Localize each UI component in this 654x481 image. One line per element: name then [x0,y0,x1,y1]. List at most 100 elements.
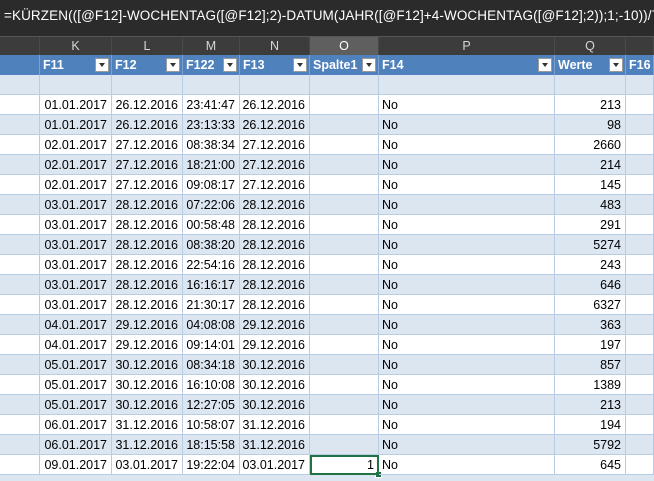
cell-f13[interactable]: 29.12.2016 [240,335,310,355]
row-gutter-cell[interactable] [0,295,40,315]
cell-f13[interactable]: 30.12.2016 [240,395,310,415]
cell-f14[interactable]: No [379,335,555,355]
cell-f12[interactable]: 27.12.2016 [112,155,183,175]
cell-werte[interactable]: 197 [555,335,626,355]
cell-f14[interactable]: No [379,275,555,295]
cell-f14[interactable]: No [379,355,555,375]
cell-f13[interactable]: 31.12.2016 [240,415,310,435]
column-letter-l[interactable]: L [112,37,183,55]
row-gutter-cell[interactable] [0,355,40,375]
selected-cell[interactable]: 1 [310,455,379,475]
cell-f13[interactable]: 28.12.2016 [240,235,310,255]
cell-f14[interactable]: No [379,455,555,475]
cell-f13[interactable]: 28.12.2016 [240,255,310,275]
cell-werte[interactable]: 213 [555,95,626,115]
cell-f13[interactable]: 26.12.2016 [240,95,310,115]
cell-f122[interactable]: 22:54:16 [183,255,240,275]
formula-text[interactable]: =KÜRZEN(([@F12]-WOCHENTAG([@F12];2)-DATU… [4,8,654,23]
cell-werte[interactable] [555,75,626,95]
cell-f11[interactable]: 03.01.2017 [40,255,112,275]
cell-spalte1[interactable] [310,215,379,235]
cell-werte[interactable]: 291 [555,215,626,235]
cell-werte[interactable]: 1389 [555,375,626,395]
cell-f11[interactable]: 03.01.2017 [40,195,112,215]
cell-f122[interactable]: 08:38:34 [183,135,240,155]
cell-werte[interactable]: 6327 [555,295,626,315]
column-letter-o[interactable]: O [310,37,379,55]
cell-f12[interactable]: 27.12.2016 [112,135,183,155]
cell-f122[interactable]: 18:15:58 [183,435,240,455]
cell-f16[interactable] [626,435,654,455]
filter-dropdown-icon[interactable] [223,58,237,72]
cell-spalte1[interactable] [310,255,379,275]
cell-spalte1[interactable] [310,155,379,175]
cell-f12[interactable]: 27.12.2016 [112,175,183,195]
cell-f13[interactable]: 28.12.2016 [240,215,310,235]
cell-werte[interactable]: 363 [555,315,626,335]
cell-spalte1[interactable] [310,235,379,255]
cell-f122[interactable]: 07:22:06 [183,195,240,215]
cell-werte[interactable]: 214 [555,155,626,175]
cell-f16[interactable] [626,415,654,435]
cell-werte[interactable]: 5274 [555,235,626,255]
cell-f11[interactable]: 01.01.2017 [40,115,112,135]
cell-f12[interactable]: 28.12.2016 [112,295,183,315]
cell-f14[interactable]: No [379,155,555,175]
cell-f12[interactable]: 26.12.2016 [112,95,183,115]
row-gutter-cell[interactable] [0,135,40,155]
cell-f11[interactable]: 05.01.2017 [40,355,112,375]
cell-f12[interactable]: 30.12.2016 [112,375,183,395]
cell-f122[interactable]: 23:41:47 [183,95,240,115]
cell-f14[interactable]: No [379,115,555,135]
cell-f13[interactable]: 28.12.2016 [240,195,310,215]
cell-f13[interactable]: 03.01.2017 [240,455,310,475]
cell-f11[interactable]: 03.01.2017 [40,275,112,295]
cell-f11[interactable]: 06.01.2017 [40,415,112,435]
cell-werte[interactable]: 243 [555,255,626,275]
column-letter-r[interactable] [626,37,654,55]
cell-f13[interactable]: 30.12.2016 [240,355,310,375]
row-gutter-cell[interactable] [0,235,40,255]
cell-f13[interactable]: 26.12.2016 [240,115,310,135]
cell-werte[interactable]: 213 [555,395,626,415]
cell-f13[interactable]: 27.12.2016 [240,155,310,175]
cell-f14[interactable]: No [379,315,555,335]
cell-f11[interactable]: 05.01.2017 [40,375,112,395]
cell-f12[interactable]: 28.12.2016 [112,215,183,235]
cell-f122[interactable]: 00:58:48 [183,215,240,235]
cell-f16[interactable] [626,455,654,475]
cell-f14[interactable]: No [379,295,555,315]
cell-f12[interactable]: 26.12.2016 [112,115,183,135]
cell-f122[interactable]: 18:21:00 [183,155,240,175]
cell-werte[interactable]: 2660 [555,135,626,155]
cell-spalte1[interactable] [310,395,379,415]
cell-f13[interactable] [240,75,310,95]
cell-werte[interactable]: 145 [555,175,626,195]
cell-f11[interactable]: 02.01.2017 [40,155,112,175]
cell-f14[interactable]: No [379,215,555,235]
cell-f122[interactable] [183,75,240,95]
row-gutter-cell[interactable] [0,455,40,475]
cell-f122[interactable]: 12:27:05 [183,395,240,415]
filter-dropdown-icon[interactable] [362,58,376,72]
cell-werte[interactable]: 483 [555,195,626,215]
row-gutter-cell[interactable] [0,415,40,435]
row-gutter-cell[interactable] [0,155,40,175]
cell-f14[interactable]: No [379,95,555,115]
cell-f12[interactable]: 28.12.2016 [112,275,183,295]
cell-f122[interactable]: 19:22:04 [183,455,240,475]
filter-dropdown-icon[interactable] [538,58,552,72]
cell-f16[interactable] [626,355,654,375]
cell-spalte1[interactable] [310,355,379,375]
cell-f16[interactable] [626,255,654,275]
cell-f13[interactable]: 30.12.2016 [240,375,310,395]
cell-werte[interactable]: 857 [555,355,626,375]
cell-f14[interactable]: No [379,195,555,215]
cell-spalte1[interactable] [310,75,379,95]
cell-f122[interactable]: 08:34:18 [183,355,240,375]
cell-f14[interactable]: No [379,255,555,275]
cell-f16[interactable] [626,395,654,415]
cell-f16[interactable] [626,335,654,355]
cell-f11[interactable]: 09.01.2017 [40,455,112,475]
cell-f122[interactable]: 08:38:20 [183,235,240,255]
